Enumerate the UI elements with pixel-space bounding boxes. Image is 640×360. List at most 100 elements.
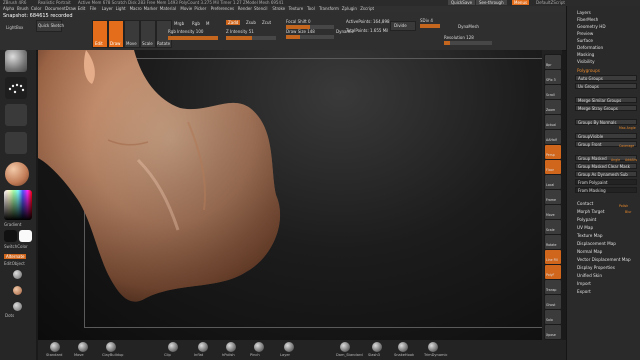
- local-button[interactable]: Local: [544, 174, 562, 190]
- palette-fibermesh[interactable]: FiberMesh: [577, 17, 598, 22]
- brush-thumbnail[interactable]: [5, 50, 27, 72]
- merge-stray-groups-button[interactable]: Merge Stray Groups: [575, 105, 637, 111]
- menu-item-picker[interactable]: Picker: [194, 6, 206, 11]
- blur-slider[interactable]: Blur: [625, 210, 631, 215]
- secondary-color-swatch[interactable]: [19, 230, 32, 242]
- zsub-button[interactable]: Zsub: [246, 20, 256, 25]
- solo-button[interactable]: Solo: [544, 309, 562, 325]
- brush-move-icon[interactable]: [78, 342, 88, 352]
- move-button[interactable]: Move: [544, 204, 562, 220]
- scroll-button[interactable]: Scroll: [544, 84, 562, 100]
- aahalf-button[interactable]: AAHalf: [544, 129, 562, 145]
- menu-item-stroke[interactable]: Stroke: [272, 6, 285, 11]
- menus-toggle[interactable]: Menus: [512, 0, 530, 5]
- rgb-intensity-slider[interactable]: [168, 36, 218, 40]
- zadd-button[interactable]: Zadd: [226, 20, 241, 25]
- brush-inflat-icon[interactable]: [198, 342, 208, 352]
- edit-object-button[interactable]: EditObject: [4, 261, 25, 266]
- edit-button[interactable]: Edit: [92, 20, 108, 48]
- dynamesh-button[interactable]: DynaMesh: [458, 24, 479, 29]
- rotate-button[interactable]: Rotate: [544, 234, 562, 250]
- palette-surface[interactable]: Surface: [577, 38, 593, 43]
- material-sphere[interactable]: [13, 302, 22, 311]
- palette-texture-map[interactable]: Texture Map: [577, 233, 603, 238]
- palette-visibility[interactable]: Visibility: [577, 59, 595, 64]
- draw-size-slider[interactable]: [286, 35, 334, 39]
- menu-item-zplugin[interactable]: Zplugin: [342, 6, 357, 11]
- color-picker[interactable]: [4, 190, 32, 220]
- palette-vector-displacement-map[interactable]: Vector Displacement Map: [577, 257, 631, 262]
- brush-hpolish-icon[interactable]: [226, 342, 236, 352]
- sculpt-model[interactable]: [38, 50, 542, 340]
- palette-masking[interactable]: Masking: [577, 52, 594, 57]
- gradient-button[interactable]: Gradient: [4, 222, 21, 227]
- coverage-slider[interactable]: Coverage: [619, 144, 634, 149]
- brush-dam-standard-icon[interactable]: [340, 342, 350, 352]
- sdiv-slider[interactable]: [420, 24, 440, 28]
- menu-item-draw[interactable]: Draw: [66, 6, 76, 11]
- brush-claybuildup-icon[interactable]: [106, 342, 116, 352]
- frame-button[interactable]: Frame: [544, 189, 562, 205]
- palette-export[interactable]: Export: [577, 289, 591, 294]
- palette-contact[interactable]: Contact: [577, 201, 593, 206]
- menu-item-edit[interactable]: Edit: [78, 6, 86, 11]
- quick-sketch-button[interactable]: Quick Sketch: [36, 20, 64, 32]
- groups-by-normals-button[interactable]: Groups By Normals: [575, 119, 637, 125]
- brush-layer-icon[interactable]: [284, 342, 294, 352]
- menu-item-material[interactable]: Material: [160, 6, 176, 11]
- angle-slider[interactable]: Angle: [611, 158, 620, 163]
- group-as-dynamesh-sub-button[interactable]: Group As Dynamesh Sub: [575, 171, 637, 177]
- menu-item-texture[interactable]: Texture: [289, 6, 304, 11]
- material-thumbnail[interactable]: [5, 162, 29, 186]
- main-color-swatch[interactable]: [4, 230, 17, 242]
- palette-morph-target[interactable]: Morph Target: [577, 209, 605, 214]
- lightbox-button[interactable]: LightBox: [6, 25, 23, 30]
- brush-pinch-icon[interactable]: [254, 342, 264, 352]
- document-canvas[interactable]: [38, 50, 542, 340]
- divide-button[interactable]: Divide: [390, 21, 416, 31]
- ghost-button[interactable]: Ghost: [544, 294, 562, 310]
- brush-trimdynamic-icon[interactable]: [428, 342, 438, 352]
- brush-snakehook-icon[interactable]: [398, 342, 408, 352]
- menu-item-zscript[interactable]: Zscript: [360, 6, 374, 11]
- rotate-button[interactable]: Rotate: [156, 20, 172, 48]
- persp-button[interactable]: Persp: [544, 144, 562, 160]
- menu-item-macro[interactable]: Macro: [130, 6, 142, 11]
- palette-deformation[interactable]: Deformation: [577, 45, 603, 50]
- menu-item-render[interactable]: Render: [238, 6, 252, 11]
- from-polypaint-button[interactable]: From Polypaint: [575, 179, 637, 185]
- addalts-slider[interactable]: AddAlts: [625, 158, 637, 163]
- brush-standard-icon[interactable]: [50, 342, 60, 352]
- resolution-slider[interactable]: [444, 41, 492, 45]
- max-angle-slider[interactable]: Max Angle: [619, 126, 636, 131]
- menu-item-transform[interactable]: Transform: [319, 6, 339, 11]
- default-zscript-button[interactable]: DefaultZScript: [536, 0, 565, 5]
- mrgb-button[interactable]: Mrgb: [174, 21, 184, 26]
- uv-groups-button[interactable]: Uv Groups: [575, 83, 637, 89]
- palette-layers[interactable]: Layers: [577, 10, 591, 15]
- palette-preview[interactable]: Preview: [577, 31, 593, 36]
- menu-item-brush[interactable]: Brush: [17, 6, 29, 11]
- rgb-button[interactable]: Rgb: [192, 21, 200, 26]
- scale-button[interactable]: Scale: [140, 20, 156, 48]
- menu-item-tool[interactable]: Tool: [307, 6, 315, 11]
- menu-item-document[interactable]: Document: [45, 6, 66, 11]
- menu-item-marker[interactable]: Marker: [144, 6, 158, 11]
- menu-item-layer[interactable]: Layer: [102, 6, 113, 11]
- auto-groups-button[interactable]: Auto Groups: [575, 75, 637, 81]
- palette-polypaint[interactable]: Polypaint: [577, 217, 596, 222]
- zcut-button[interactable]: Zcut: [262, 20, 271, 25]
- spix-3-button[interactable]: SPix 3: [544, 69, 562, 85]
- m-button[interactable]: M: [206, 21, 209, 26]
- polygroups-header[interactable]: Polygroups: [577, 68, 600, 73]
- group-masked-clear-mask-button[interactable]: Group Masked Clear Mask: [575, 163, 637, 169]
- see-through-slider[interactable]: See-through: [476, 0, 507, 5]
- groupvisible-button[interactable]: GroupVisible: [575, 133, 637, 139]
- bpr-button[interactable]: Bpr: [544, 54, 562, 70]
- zoom-button[interactable]: Zoom: [544, 99, 562, 115]
- transp-button[interactable]: Transp: [544, 279, 562, 295]
- palette-import[interactable]: Import: [577, 281, 591, 286]
- menu-item-file[interactable]: File: [90, 6, 97, 11]
- palette-unified-skin[interactable]: Unified Skin: [577, 273, 602, 278]
- move-button[interactable]: Move: [124, 20, 140, 48]
